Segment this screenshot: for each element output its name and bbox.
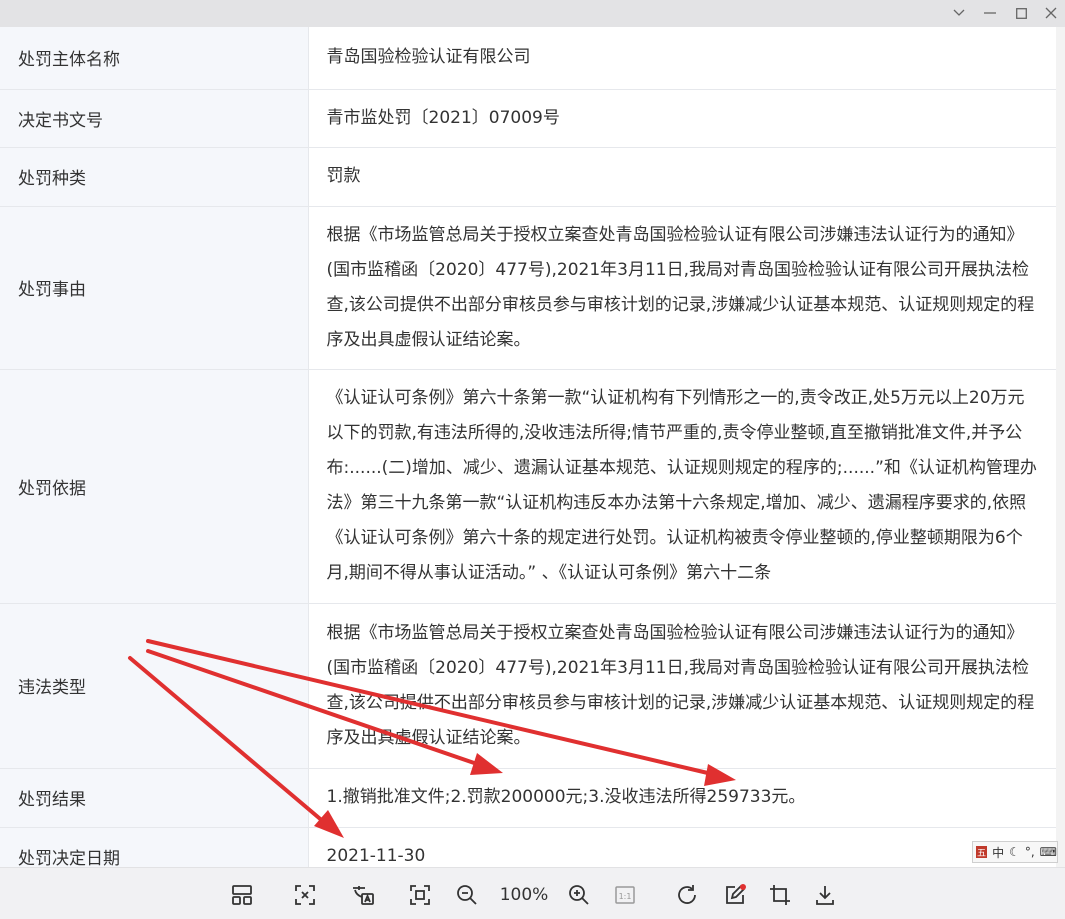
row-label: 处罚结果	[0, 768, 309, 828]
row-value: 1.撤销批准文件;2.罚款200000元;3.没收违法所得259733元。	[308, 768, 1056, 828]
table-row: 处罚依据 《认证认可条例》第六十条第一款“认证机构有下列情形之一的,责令改正,处…	[0, 369, 1056, 604]
row-label: 处罚决定日期	[0, 827, 309, 867]
fit-icon[interactable]	[290, 880, 320, 910]
fullscreen-icon[interactable]	[405, 880, 435, 910]
zoom-out-icon[interactable]	[452, 880, 482, 910]
table-row: 处罚结果 1.撤销批准文件;2.罚款200000元;3.没收违法所得259733…	[0, 768, 1056, 828]
row-label: 处罚事由	[0, 206, 309, 370]
download-icon[interactable]	[810, 880, 840, 910]
table-row: 处罚主体名称 青岛国验检验认证有限公司	[0, 27, 1056, 90]
row-value: 2021-11-30	[308, 827, 1056, 867]
crop-icon[interactable]	[765, 880, 795, 910]
ocr-icon[interactable]	[348, 880, 378, 910]
row-label: 违法类型	[0, 603, 309, 769]
row-label: 决定书文号	[0, 89, 309, 148]
ime-mode: 中	[992, 845, 1005, 860]
row-label: 处罚依据	[0, 369, 309, 604]
chevron-down-icon[interactable]	[948, 3, 970, 23]
zoom-level: 100%	[499, 885, 549, 905]
layout-icon[interactable]	[227, 880, 257, 910]
info-table-container: 处罚主体名称 青岛国验检验认证有限公司 决定书文号 青市监处罚〔2021〕070…	[0, 27, 1056, 867]
row-value: 根据《市场监管总局关于授权立案查处青岛国验检验认证有限公司涉嫌违法认证行为的通知…	[308, 603, 1056, 769]
row-value: 罚款	[308, 147, 1056, 207]
table-row: 处罚决定日期 2021-11-30	[0, 827, 1056, 867]
table-row: 处罚种类 罚款	[0, 147, 1056, 207]
table-row: 决定书文号 青市监处罚〔2021〕07009号	[0, 89, 1056, 148]
row-label: 处罚种类	[0, 147, 309, 207]
row-value: 青岛国验检验认证有限公司	[308, 27, 1056, 90]
close-icon[interactable]	[1040, 3, 1062, 23]
moon-icon: ☾	[1009, 845, 1020, 859]
row-value: 根据《市场监管总局关于授权立案查处青岛国验检验认证有限公司涉嫌违法认证行为的通知…	[308, 206, 1056, 370]
rotate-icon[interactable]	[672, 880, 702, 910]
minimize-icon[interactable]	[979, 3, 1001, 23]
title-bar	[0, 0, 1065, 27]
row-value: 青市监处罚〔2021〕07009号	[308, 89, 1056, 148]
bottom-toolbar: 100% 1:1	[0, 867, 1065, 919]
actual-size-label: 1:1	[619, 892, 632, 901]
vertical-scrollbar[interactable]	[1056, 27, 1065, 867]
ime-logo-icon: 五	[976, 846, 988, 859]
edit-icon[interactable]	[720, 880, 750, 910]
keyboard-icon: ⌨	[1039, 845, 1057, 859]
penalty-info-table: 处罚主体名称 青岛国验检验认证有限公司 决定书文号 青市监处罚〔2021〕070…	[0, 27, 1056, 867]
maximize-icon[interactable]	[1010, 3, 1032, 23]
row-value: 《认证认可条例》第六十条第一款“认证机构有下列情形之一的,责令改正,处5万元以上…	[308, 369, 1056, 604]
actual-size-icon[interactable]: 1:1	[610, 880, 640, 910]
punctuation-icon: °,	[1024, 845, 1035, 859]
row-label: 处罚主体名称	[0, 27, 309, 90]
ime-status-bar[interactable]: 五 中 ☾ °, ⌨	[972, 841, 1058, 863]
zoom-in-icon[interactable]	[564, 880, 594, 910]
table-row: 处罚事由 根据《市场监管总局关于授权立案查处青岛国验检验认证有限公司涉嫌违法认证…	[0, 206, 1056, 370]
table-row: 违法类型 根据《市场监管总局关于授权立案查处青岛国验检验认证有限公司涉嫌违法认证…	[0, 603, 1056, 769]
